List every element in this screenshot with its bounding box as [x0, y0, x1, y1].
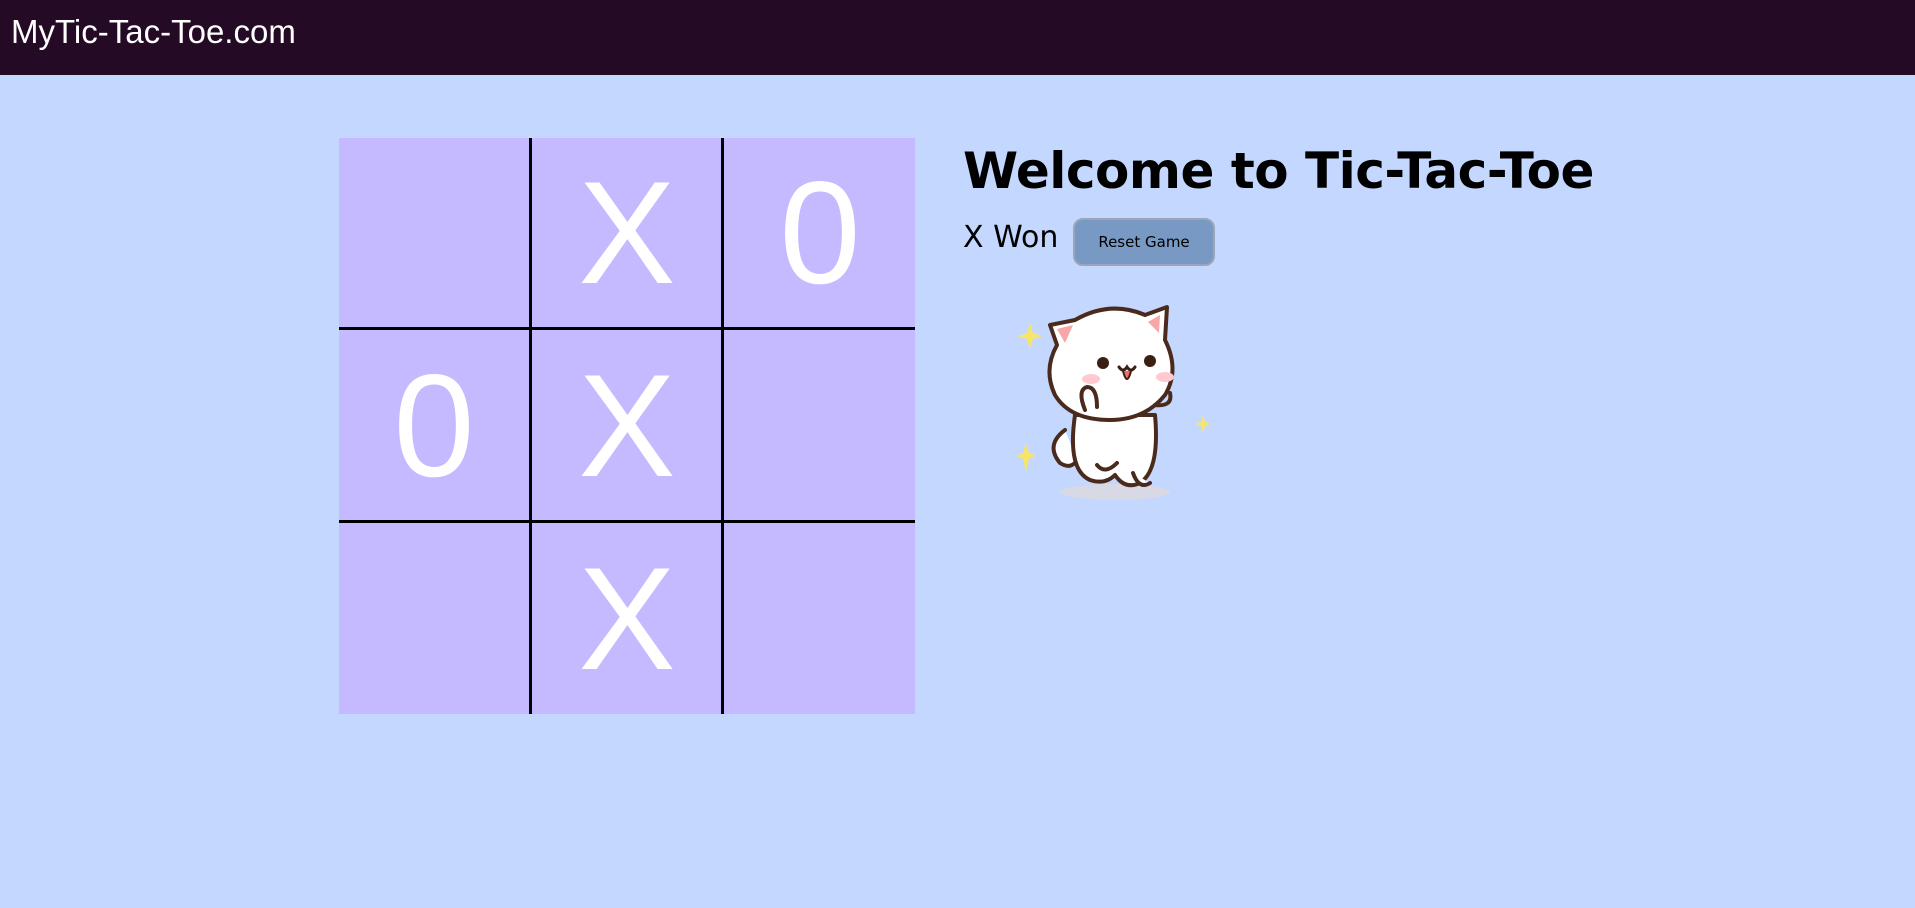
board-cell-7[interactable]: X — [531, 524, 723, 714]
grid-line-horizontal-1 — [339, 327, 915, 330]
board-cell-5[interactable] — [725, 330, 915, 522]
page-title: Welcome to Tic-Tac-Toe — [963, 142, 1594, 200]
board-cell-6[interactable] — [339, 524, 529, 714]
board-cell-3[interactable]: 0 — [339, 330, 529, 522]
game-board: X 0 0 X X — [339, 138, 915, 714]
grid-line-vertical-1 — [529, 138, 532, 714]
grid-line-horizontal-2 — [339, 520, 915, 523]
grid-line-vertical-2 — [721, 138, 724, 714]
board-cell-4[interactable]: X — [531, 330, 723, 522]
dancing-cat-icon — [1005, 295, 1215, 505]
game-status: X Won — [963, 220, 1059, 255]
board-cell-2[interactable]: 0 — [725, 138, 915, 328]
board-cell-0[interactable] — [339, 138, 529, 328]
board-cell-1[interactable]: X — [531, 138, 723, 328]
site-brand[interactable]: MyTic-Tac-Toe.com — [11, 13, 296, 51]
reset-game-button[interactable]: Reset Game — [1073, 218, 1215, 266]
navbar: MyTic-Tac-Toe.com — [0, 0, 1915, 75]
board-cell-8[interactable] — [725, 524, 915, 714]
